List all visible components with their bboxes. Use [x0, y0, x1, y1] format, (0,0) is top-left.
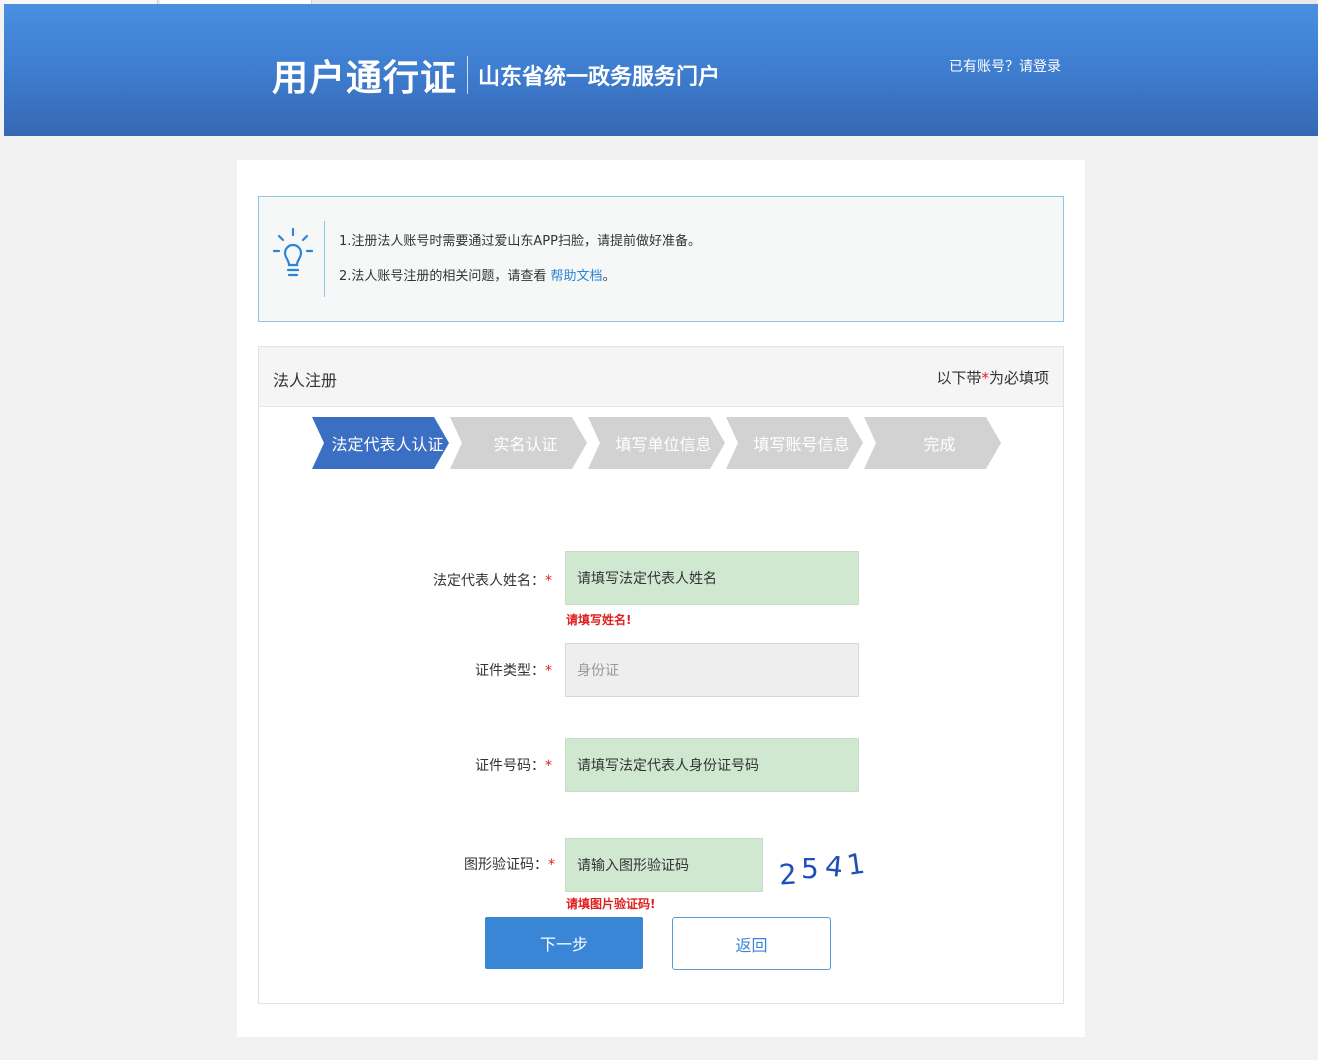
name-error: 请填写姓名!	[566, 613, 632, 627]
brand: 用户通行证 山东省统一政务服务门户	[272, 49, 720, 101]
notice-line-2-text: 2.法人账号注册的相关问题，请查看	[339, 269, 547, 284]
required-note-prefix: 以下带	[936, 369, 982, 387]
step-label: 实名认证	[493, 435, 558, 454]
id-number-label: 证件号码：*	[412, 755, 552, 775]
id-number-input[interactable]: 请填写法定代表人身份证号码	[565, 738, 859, 792]
required-star: *	[545, 663, 552, 679]
registration-header: 法人注册 以下带*为必填项	[259, 347, 1063, 407]
required-note: 以下带*为必填项	[936, 367, 1049, 388]
step-real-name-auth[interactable]: 实名认证	[450, 417, 587, 469]
lightbulb-icon	[273, 227, 313, 277]
captcha-placeholder: 请输入图形验证码	[577, 858, 689, 874]
captcha-label: 图形验证码：*	[415, 854, 555, 874]
required-star: *	[981, 369, 989, 387]
step-legal-rep-auth[interactable]: 法定代表人认证	[312, 417, 449, 469]
captcha-image[interactable]: 2 5 4 1	[775, 846, 875, 890]
notice-divider	[324, 221, 325, 297]
id-number-label-text: 证件号码：	[475, 758, 545, 774]
next-step-button[interactable]: 下一步	[485, 917, 643, 969]
login-link[interactable]: 已有账号？请登录	[949, 56, 1061, 76]
id-type-value: 身份证	[577, 663, 619, 679]
step-label: 填写单位信息	[615, 435, 712, 454]
required-star: *	[545, 573, 552, 589]
notice-box: 1.注册法人账号时需要通过爱山东APP扫脸，请提前做好准备。 2.法人账号注册的…	[258, 196, 1064, 322]
step-unit-info[interactable]: 填写单位信息	[588, 417, 725, 469]
name-label: 法定代表人姓名：*	[412, 570, 552, 590]
site-header: 用户通行证 山东省统一政务服务门户 已有账号？请登录	[4, 4, 1318, 136]
name-label-text: 法定代表人姓名：	[433, 573, 545, 589]
required-note-suffix: 为必填项	[988, 369, 1049, 387]
id-number-placeholder: 请填写法定代表人身份证号码	[577, 758, 759, 774]
step-progress: 法定代表人认证 实名认证 填写单位信息 填写账号信息 完成	[312, 417, 1002, 469]
captcha-input[interactable]: 请输入图形验证码	[565, 838, 763, 892]
registration-title: 法人注册	[273, 371, 338, 390]
step-account-info[interactable]: 填写账号信息	[726, 417, 863, 469]
step-label: 填写账号信息	[753, 435, 850, 454]
captcha-char: 1	[845, 847, 867, 882]
notice-line-2: 2.法人账号注册的相关问题，请查看 帮助文档。	[339, 265, 616, 284]
captcha-error: 请填图片验证码!	[566, 897, 656, 911]
notice-line-1: 1.注册法人账号时需要通过爱山东APP扫脸，请提前做好准备。	[339, 234, 701, 249]
step-label: 法定代表人认证	[331, 435, 444, 454]
brand-title: 用户通行证	[272, 58, 458, 99]
id-type-label-text: 证件类型：	[475, 663, 545, 679]
required-star: *	[548, 857, 555, 873]
help-doc-link[interactable]: 帮助文档	[551, 269, 603, 284]
notice-line-2-end: 。	[602, 269, 616, 284]
back-button[interactable]: 返回	[672, 917, 831, 970]
brand-divider	[467, 56, 469, 94]
captcha-char: 4	[823, 849, 844, 884]
brand-subtitle: 山东省统一政务服务门户	[478, 65, 721, 90]
captcha-char: 5	[801, 852, 819, 885]
required-star: *	[545, 758, 552, 774]
captcha-char: 2	[778, 857, 798, 890]
captcha-label-text: 图形验证码：	[464, 857, 548, 873]
name-placeholder: 请填写法定代表人姓名	[577, 571, 717, 587]
legal-rep-name-input[interactable]: 请填写法定代表人姓名	[565, 551, 859, 605]
id-type-select: 身份证	[565, 643, 859, 697]
step-complete[interactable]: 完成	[864, 417, 1001, 469]
id-type-label: 证件类型：*	[412, 660, 552, 680]
step-label: 完成	[923, 435, 956, 454]
